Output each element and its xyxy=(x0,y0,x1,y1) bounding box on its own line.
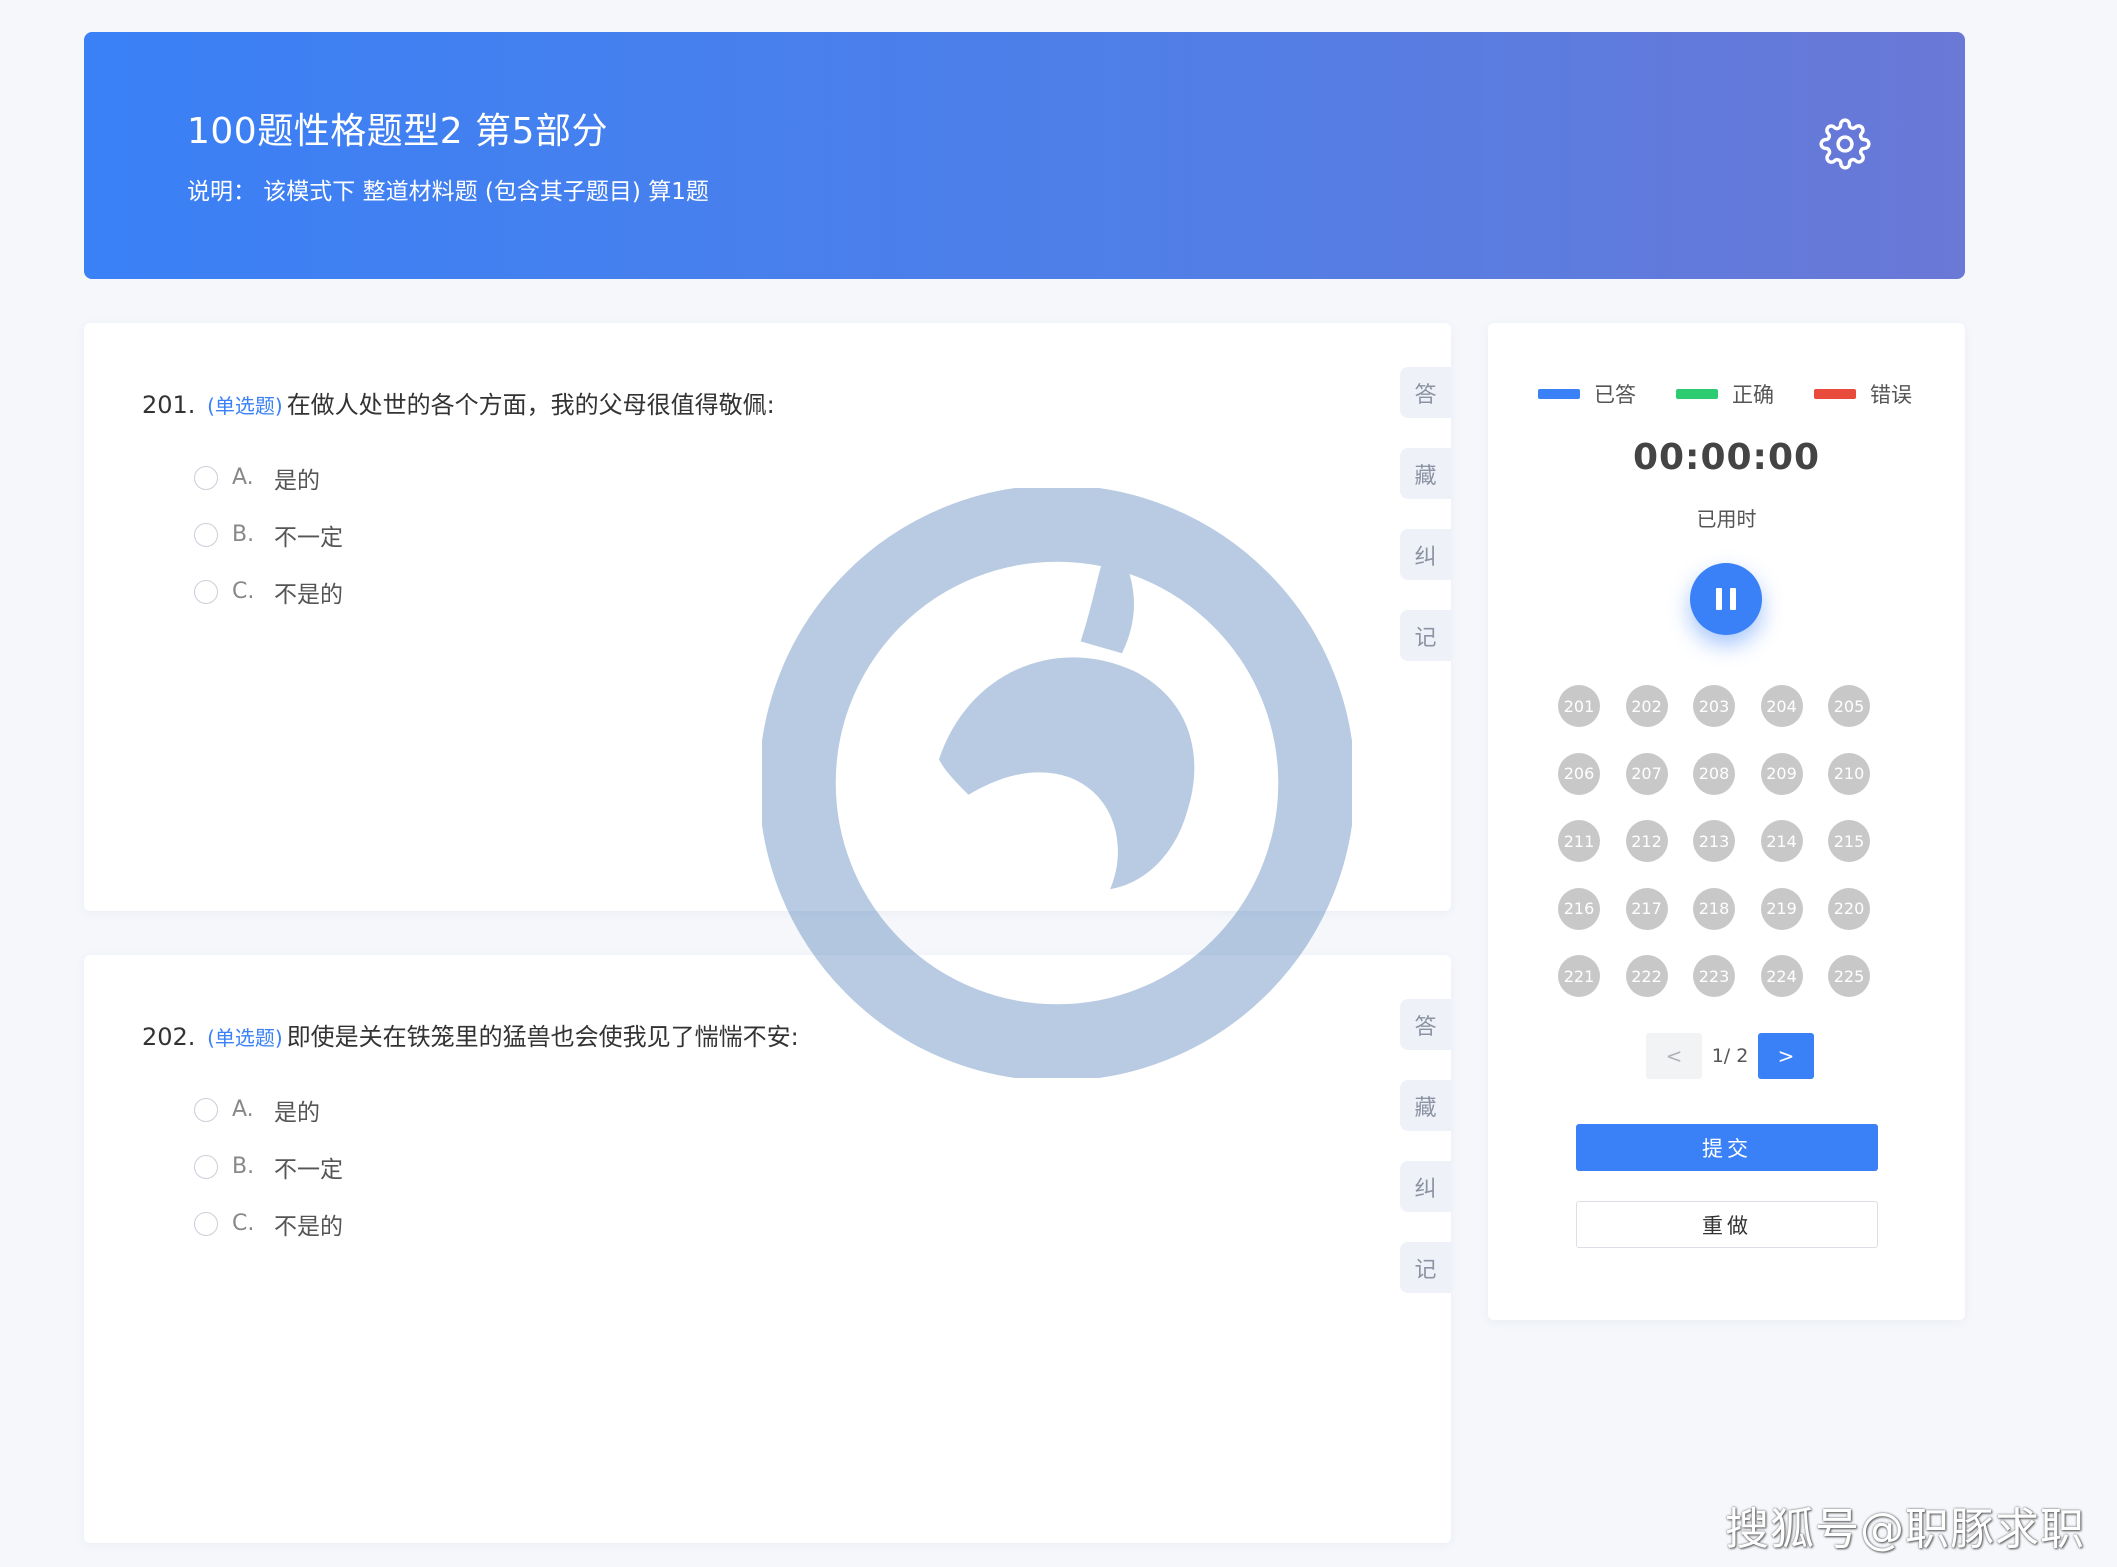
question-type: (单选题) xyxy=(207,1026,283,1050)
question-nav-item[interactable]: 202 xyxy=(1625,685,1668,727)
question-nav-item[interactable]: 222 xyxy=(1625,955,1668,997)
tab-note[interactable]: 记 xyxy=(1400,610,1451,661)
question-nav-item[interactable]: 204 xyxy=(1760,685,1803,727)
question-text: 在做人处世的各个方面，我的父母很值得敬佩: xyxy=(286,391,775,419)
timer-label: 已用时 xyxy=(1696,507,1757,531)
question-nav-item[interactable]: 214 xyxy=(1760,820,1803,862)
radio-button[interactable] xyxy=(194,1154,218,1179)
option-c[interactable]: C. 不是的 xyxy=(194,1195,343,1252)
tab-note[interactable]: 记 xyxy=(1400,1242,1451,1293)
question-nav-item[interactable]: 225 xyxy=(1828,955,1870,997)
radio-button[interactable] xyxy=(194,1211,218,1236)
option-list: A. 是的 B. 不一定 C. 不是的 xyxy=(194,1081,343,1252)
question-nav-item[interactable]: 218 xyxy=(1693,887,1735,930)
question-nav-item[interactable]: 207 xyxy=(1625,752,1668,795)
option-b[interactable]: B. 不一定 xyxy=(194,506,343,563)
pause-icon xyxy=(1730,588,1736,610)
question-title: 202. (单选题) 即使是关在铁笼里的猛兽也会使我见了惴惴不安: xyxy=(142,1017,799,1052)
option-a[interactable]: A. 是的 xyxy=(194,1081,343,1138)
question-nav-item[interactable]: 217 xyxy=(1625,887,1668,930)
option-text: 不是的 xyxy=(274,1213,343,1240)
legend-answered: 已答 xyxy=(1538,379,1636,409)
tab-report-error[interactable]: 纠 xyxy=(1400,1161,1451,1212)
option-letter: A. xyxy=(232,465,254,490)
question-card-201: 201. (单选题) 在做人处世的各个方面，我的父母很值得敬佩: A. 是的 B.… xyxy=(84,323,1451,911)
question-title: 201. (单选题) 在做人处世的各个方面，我的父母很值得敬佩: xyxy=(142,385,775,420)
legend-swatch xyxy=(1676,389,1718,399)
option-b[interactable]: B. 不一定 xyxy=(194,1138,343,1195)
question-nav-item[interactable]: 201 xyxy=(1558,685,1600,727)
question-nav-item[interactable]: 208 xyxy=(1693,752,1735,795)
pagination: < 1/ 2 > xyxy=(1646,1033,1814,1079)
legend-label: 已答 xyxy=(1594,383,1636,407)
question-nav-item[interactable]: 211 xyxy=(1558,820,1600,862)
tab-answer[interactable]: 答 xyxy=(1400,999,1451,1050)
option-letter: A. xyxy=(232,1097,254,1122)
question-nav-item[interactable]: 215 xyxy=(1828,820,1870,862)
timer-value: 00:00:00 xyxy=(1632,437,1821,478)
option-letter: C. xyxy=(232,579,255,604)
question-number: 202. xyxy=(142,1023,196,1051)
question-number: 201. xyxy=(142,391,196,419)
question-nav-item[interactable]: 223 xyxy=(1693,955,1735,997)
option-text: 是的 xyxy=(274,467,320,494)
question-nav-item[interactable]: 210 xyxy=(1828,752,1870,795)
option-list: A. 是的 B. 不一定 C. 不是的 xyxy=(194,449,343,620)
side-tabs: 答 藏 纠 记 xyxy=(1400,999,1451,1323)
question-nav-item[interactable]: 213 xyxy=(1693,820,1735,862)
legend-wrong: 错误 xyxy=(1814,379,1912,409)
option-text: 不是的 xyxy=(274,581,343,608)
radio-button[interactable] xyxy=(194,579,218,604)
submit-button[interactable]: 提交 xyxy=(1576,1124,1878,1171)
question-card-202: 202. (单选题) 即使是关在铁笼里的猛兽也会使我见了惴惴不安: A. 是的 B… xyxy=(84,955,1451,1543)
question-nav-item[interactable]: 221 xyxy=(1558,955,1600,997)
next-page-button[interactable]: > xyxy=(1758,1033,1814,1079)
pause-icon xyxy=(1716,588,1722,610)
question-nav-item[interactable]: 206 xyxy=(1558,752,1600,795)
radio-button[interactable] xyxy=(194,522,218,547)
tab-favorite[interactable]: 藏 xyxy=(1400,448,1451,499)
question-nav-item[interactable]: 212 xyxy=(1625,820,1668,862)
page-title: 100题性格题型2 第5部分 xyxy=(187,111,608,152)
question-nav-item[interactable]: 209 xyxy=(1760,752,1803,795)
radio-button[interactable] xyxy=(194,1097,218,1122)
option-text: 是的 xyxy=(274,1099,320,1126)
legend-correct: 正确 xyxy=(1676,379,1774,409)
header-banner: 100题性格题型2 第5部分 说明： 该模式下 整道材料题 (包含其子题目) 算… xyxy=(84,32,1965,279)
option-letter: B. xyxy=(232,522,255,547)
side-tabs: 答 藏 纠 记 xyxy=(1400,367,1451,691)
legend-label: 正确 xyxy=(1732,383,1774,407)
question-nav-item[interactable]: 216 xyxy=(1558,887,1600,930)
option-letter: C. xyxy=(232,1211,255,1236)
page-indicator: 1/ 2 xyxy=(1711,1045,1749,1067)
status-legend: 已答 正确 错误 xyxy=(1538,379,1912,409)
question-nav-item[interactable]: 203 xyxy=(1693,685,1735,727)
question-text: 即使是关在铁笼里的猛兽也会使我见了惴惴不安: xyxy=(286,1023,799,1051)
source-watermark: 搜狐号@职豚求职 xyxy=(1725,1504,2085,1555)
question-nav-item[interactable]: 219 xyxy=(1760,887,1803,930)
option-a[interactable]: A. 是的 xyxy=(194,449,343,506)
legend-label: 错误 xyxy=(1870,383,1912,407)
tab-favorite[interactable]: 藏 xyxy=(1400,1080,1451,1131)
page-description: 说明： 该模式下 整道材料题 (包含其子题目) 算1题 xyxy=(187,179,709,205)
question-nav-item[interactable]: 220 xyxy=(1828,887,1870,930)
redo-button[interactable]: 重做 xyxy=(1576,1201,1878,1248)
question-nav-item[interactable]: 224 xyxy=(1760,955,1803,997)
radio-button[interactable] xyxy=(194,465,218,490)
legend-swatch xyxy=(1538,389,1580,399)
answer-sheet-panel: 已答 正确 错误 00:00:00 已用时 201 202 203 204 205 206… xyxy=(1488,323,1965,1320)
prev-page-button[interactable]: < xyxy=(1646,1033,1702,1079)
tab-answer[interactable]: 答 xyxy=(1400,367,1451,418)
gear-icon[interactable] xyxy=(1819,118,1871,170)
option-c[interactable]: C. 不是的 xyxy=(194,563,343,620)
question-type: (单选题) xyxy=(207,394,283,418)
question-nav-item[interactable]: 205 xyxy=(1828,685,1870,727)
tab-report-error[interactable]: 纠 xyxy=(1400,529,1451,580)
option-text: 不一定 xyxy=(274,524,343,551)
question-number-grid: 201 202 203 204 205 206 207 208 209 210 211 212 213 2… xyxy=(1558,685,1898,997)
option-letter: B. xyxy=(232,1154,255,1179)
legend-swatch xyxy=(1814,389,1856,399)
pause-button[interactable] xyxy=(1690,563,1762,635)
option-text: 不一定 xyxy=(274,1156,343,1183)
